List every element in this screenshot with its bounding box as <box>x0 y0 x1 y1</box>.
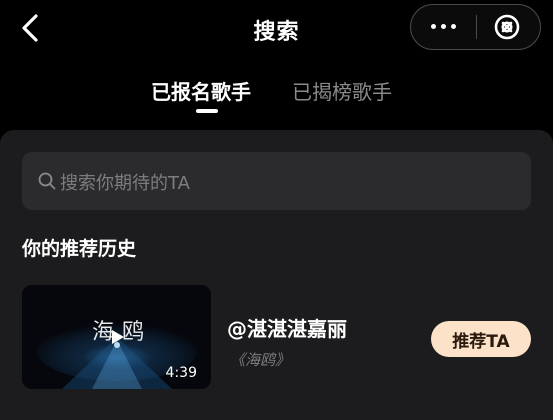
tab-registered-singers[interactable]: 已报名歌手 <box>151 76 251 105</box>
more-dots-icon <box>431 24 436 29</box>
singer-name[interactable]: @湛湛湛嘉丽 <box>227 313 347 342</box>
content-panel: 搜索你期待的TA 你的推荐历史 海鸥 4:39 @湛湛湛嘉丽 《海鸥》 推荐TA <box>0 130 553 420</box>
list-item: 海鸥 4:39 @湛湛湛嘉丽 《海鸥》 推荐TA <box>22 285 531 391</box>
song-title: 《海鸥》 <box>230 351 291 369</box>
play-icon <box>112 330 124 344</box>
active-tab-indicator <box>196 109 218 113</box>
tab-revealed-singers[interactable]: 已揭榜歌手 <box>292 76 392 105</box>
mini-program-capsule <box>410 4 541 50</box>
search-input[interactable]: 搜索你期待的TA <box>22 152 531 210</box>
close-circle-icon[interactable] <box>493 13 521 41</box>
tab-bar: 已报名歌手 已揭榜歌手 <box>0 76 553 116</box>
section-title: 你的推荐历史 <box>22 238 137 260</box>
top-nav-bar: 搜索 <box>0 0 553 56</box>
capsule-divider <box>476 15 477 39</box>
search-icon <box>38 172 56 190</box>
search-placeholder: 搜索你期待的TA <box>60 173 190 194</box>
recommend-button[interactable]: 推荐TA <box>431 321 531 357</box>
video-duration: 4:39 <box>165 365 197 381</box>
video-thumbnail[interactable]: 海鸥 4:39 <box>22 285 211 389</box>
more-button[interactable] <box>411 5 476 48</box>
